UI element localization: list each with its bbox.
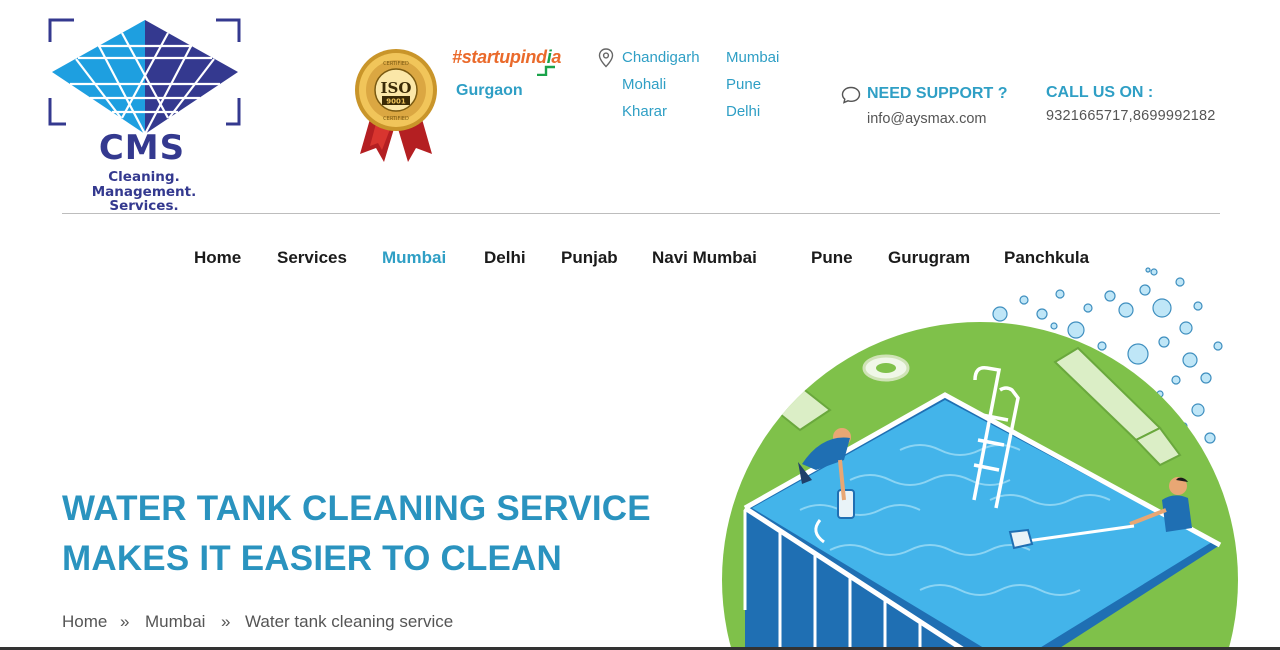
location-link[interactable]: Delhi xyxy=(726,98,779,125)
iso-number: 9001 xyxy=(386,98,406,106)
breadcrumb-separator: » xyxy=(120,612,130,631)
nav-punjab[interactable]: Punjab xyxy=(561,248,618,268)
phone-numbers[interactable]: 9321665717,8699992182 xyxy=(1046,108,1216,124)
location-link[interactable]: Mohali xyxy=(622,71,700,98)
locations-column-2: Mumbai Pune Delhi xyxy=(726,44,779,125)
location-link[interactable]: Kharar xyxy=(622,98,700,125)
iso-certified-badge: CERTIFIED CERTIFIED ISO 9001 xyxy=(352,46,440,166)
nav-mumbai[interactable]: Mumbai xyxy=(382,248,446,268)
logo-tagline: Cleaning. Management. Services. xyxy=(91,169,197,214)
support-email-link[interactable]: info@aysmax.com xyxy=(867,111,986,127)
header-divider xyxy=(62,213,1220,214)
location-link[interactable]: Mumbai xyxy=(726,44,779,71)
startup-swoosh-icon xyxy=(537,65,555,76)
breadcrumb-separator: » xyxy=(221,612,231,631)
call-us-label: CALL US ON : xyxy=(1046,84,1154,101)
location-link[interactable]: Pune xyxy=(726,71,779,98)
location-gurgaon[interactable]: Gurgaon xyxy=(456,82,523,100)
map-pin-icon xyxy=(598,48,614,68)
breadcrumb-home[interactable]: Home xyxy=(62,612,107,632)
pool-cleaning-illustration xyxy=(722,267,1238,650)
locations-column-1: Chandigarh Mohali Kharar xyxy=(622,44,700,125)
iso-label: ISO xyxy=(381,79,412,97)
svg-text:CERTIFIED: CERTIFIED xyxy=(383,116,409,122)
nav-home[interactable]: Home xyxy=(194,248,241,268)
nav-services[interactable]: Services xyxy=(277,248,347,268)
location-link[interactable]: Chandigarh xyxy=(622,44,700,71)
chat-bubble-icon xyxy=(841,86,861,104)
breadcrumb-current: Water tank cleaning service xyxy=(245,612,454,631)
breadcrumb-mumbai[interactable]: Mumbai xyxy=(145,612,205,632)
hero-title: WATER TANK CLEANING SERVICE MAKES IT EAS… xyxy=(62,489,651,578)
need-support-label: NEED SUPPORT ? xyxy=(867,85,1008,102)
iso-ring-text: CERTIFIED xyxy=(383,61,409,67)
logo-name: CMS xyxy=(98,128,186,168)
nav-delhi[interactable]: Delhi xyxy=(484,248,526,268)
